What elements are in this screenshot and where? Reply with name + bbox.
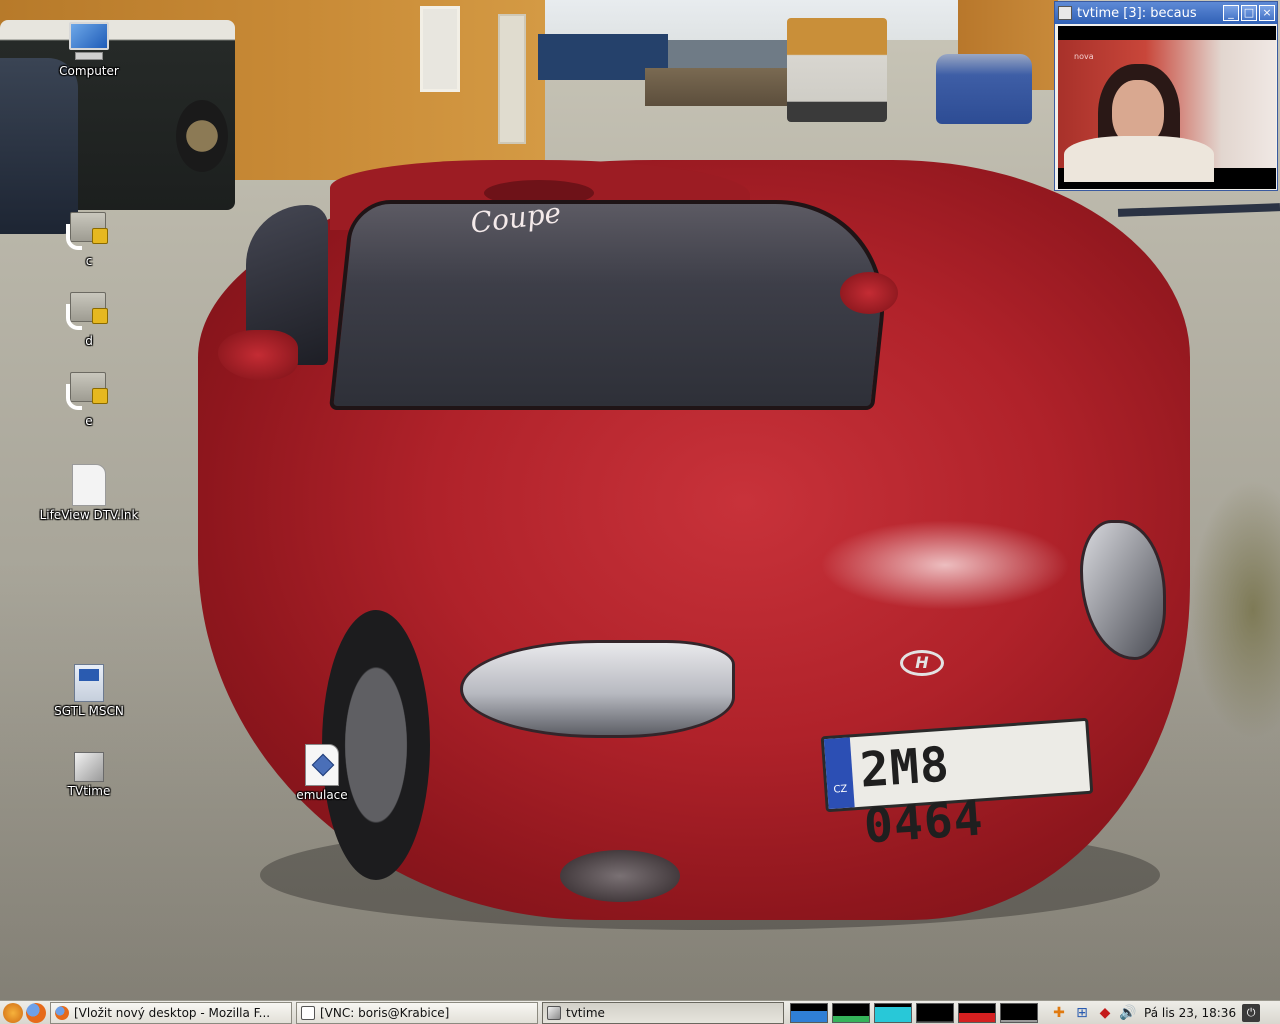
desktop-icon-sgtl-mscn[interactable]: SGTL MSCN [34,664,144,718]
desktop-icon-label: TVtime [67,784,111,798]
network-drive-icon [66,286,112,332]
red-coupe-right-mirror [840,272,898,314]
tv-channel-logo: nova [1074,52,1094,61]
desktop-icon-tvtime[interactable]: TVtime [34,752,144,798]
desktop-icon-label: c [85,254,93,268]
tv-person-body [1064,136,1214,182]
desktop-icon-label: LifeView DTV.lnk [39,508,139,522]
license-plate-number: 2M8 0464 [858,736,986,855]
system-tray: ✚ ⊞ ◆ 🔊 Pá lis 23, 18:36 ⏻ [1050,1003,1261,1022]
load-monitor-fill [959,1012,995,1022]
network-drive-icon [66,366,112,412]
task-vnc[interactable]: [VNC: boris@Krabice] [296,1001,538,1024]
main-menu-icon[interactable] [3,1002,23,1023]
memory-monitor[interactable] [832,1002,870,1023]
taskbar: [Vložit nový desktop - Mozilla F... [VNC… [0,1000,1280,1024]
hyundai-logo-icon: H [900,650,944,676]
system-monitors[interactable] [790,1002,1042,1023]
cpu-monitor-fill [791,1010,827,1022]
computer-icon [67,22,111,62]
minimize-button[interactable]: _ [1223,5,1239,21]
volume-icon[interactable]: 🔊 [1119,1004,1137,1022]
red-coupe-left-headlight [460,640,735,738]
load-monitor[interactable] [958,1002,996,1023]
blank-file-icon [72,464,106,506]
red-coupe-foglight [560,850,680,902]
network-monitor-fill [875,1007,911,1022]
tvtime-titlebar[interactable]: tvtime [3]: becaus _ □ × [1055,2,1277,24]
close-button[interactable]: × [1259,5,1275,21]
task-label: [VNC: boris@Krabice] [320,1005,450,1020]
desktop-icon-lifeview[interactable]: LifeView DTV.lnk [34,464,144,522]
red-coupe-hood-reflection [820,520,1070,610]
network-icon[interactable]: ⊞ [1073,1004,1091,1022]
task-firefox[interactable]: [Vložit nový desktop - Mozilla F... [50,1001,292,1024]
clock[interactable]: Pá lis 23, 18:36 [1144,1006,1236,1020]
wallpaper-truck [787,18,887,122]
swap-monitor-fill [917,1020,953,1022]
task-label: tvtime [566,1005,605,1020]
tvtime-window-title: tvtime [3]: becaus [1077,5,1197,21]
tv-video-area[interactable]: nova [1058,26,1276,189]
task-label: [Vložit nový desktop - Mozilla F... [74,1005,271,1020]
desktop-icon-drive-c[interactable]: c [34,206,144,268]
emulator-file-icon [305,744,339,786]
wallpaper-lumber [645,68,790,106]
desktop-icon-drive-e[interactable]: e [34,366,144,428]
wallpaper-building-window [420,6,460,92]
application-icon [74,664,104,702]
wallpaper-blue-car [936,54,1032,124]
update-notifier-icon[interactable]: ✚ [1050,1004,1068,1022]
logout-icon[interactable]: ⏻ [1242,1003,1261,1022]
tvtime-icon [74,752,104,782]
vnc-window-icon [301,1005,315,1020]
tvtime-window[interactable]: tvtime [3]: becaus _ □ × nova [1054,1,1278,191]
swap-monitor[interactable] [916,1002,954,1023]
ruby-gem-icon[interactable]: ◆ [1096,1004,1114,1022]
wallpaper-building-door [498,14,526,144]
desktop-icon-label: d [85,334,93,348]
desktop-icon-label: emulace [296,788,348,802]
disk-monitor-fill [1001,1019,1037,1022]
license-plate-country: CZ [823,737,855,810]
desktop-icon-emulace[interactable]: emulace [267,744,377,802]
desktop-icon-label: Computer [59,64,119,78]
desktop-icon-computer[interactable]: Computer [34,22,144,78]
wallpaper-bushes [1190,480,1280,740]
cpu-monitor[interactable] [790,1002,828,1023]
firefox-launcher-icon[interactable] [26,1002,46,1023]
network-monitor[interactable] [874,1002,912,1023]
red-coupe-windshield [328,200,897,410]
task-tvtime[interactable]: tvtime [542,1001,784,1024]
firefox-icon [55,1005,69,1020]
desktop-icon-label: e [85,414,93,428]
desktop-icon-drive-d[interactable]: d [34,286,144,348]
memory-monitor-fill [833,1016,869,1022]
desktop-icon-label: SGTL MSCN [54,704,124,718]
maximize-button[interactable]: □ [1241,5,1257,21]
wallpaper-jeep-spare-wheel [176,100,228,172]
window-menu-icon[interactable] [1058,6,1072,20]
tvtime-icon [547,1005,561,1020]
network-drive-icon [66,206,112,252]
wallpaper-pipe [1117,203,1280,217]
disk-monitor[interactable] [1000,1002,1038,1023]
